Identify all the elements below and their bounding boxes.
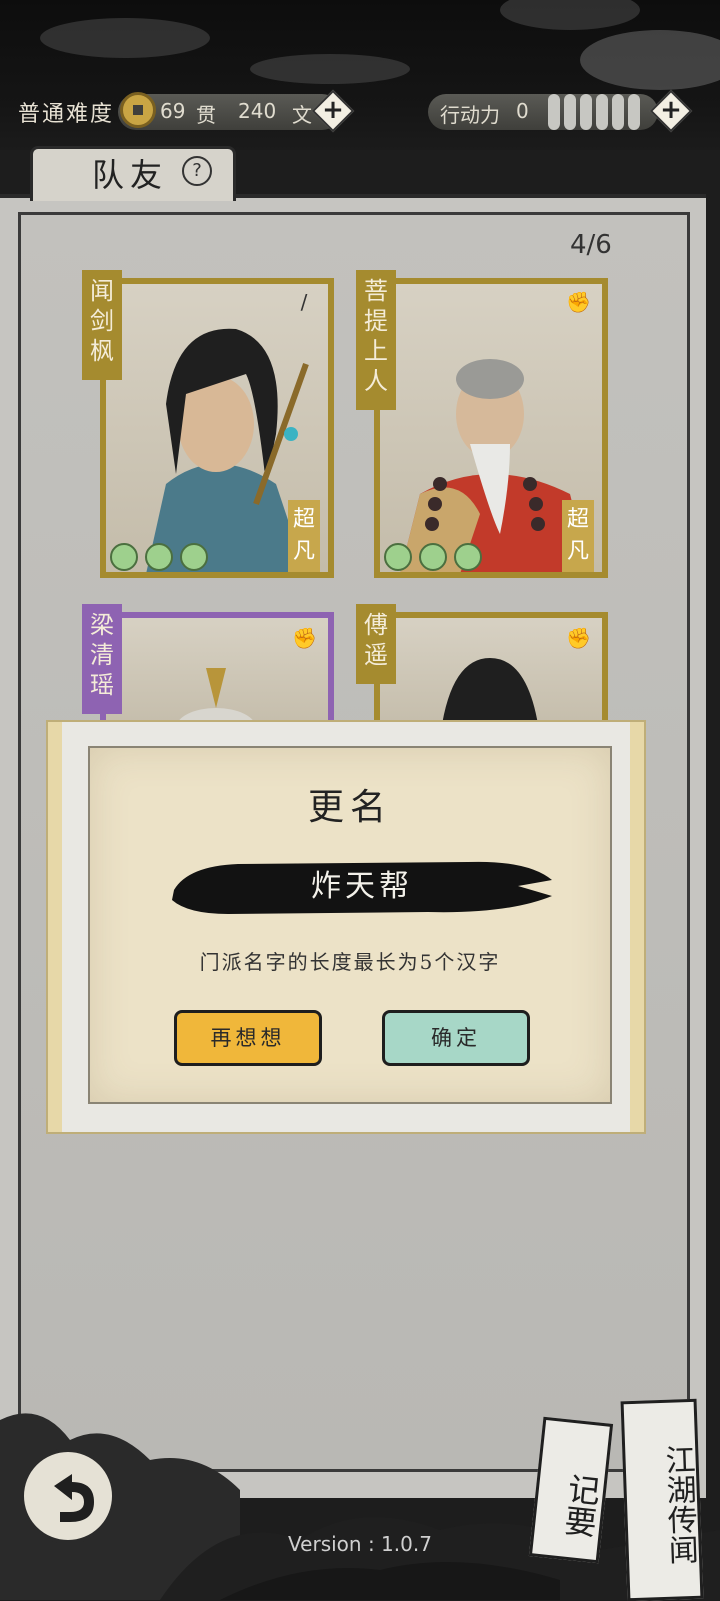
- add-currency-button[interactable]: +: [311, 89, 355, 133]
- teammate-rank: 超凡: [562, 500, 594, 572]
- guan-amount: 69: [160, 99, 186, 123]
- guan-unit: 贯: [196, 103, 216, 127]
- fist-icon: ✊: [566, 626, 591, 650]
- wen-amount: 240: [238, 99, 277, 123]
- back-button[interactable]: [20, 1448, 116, 1544]
- action-pip: [548, 94, 560, 130]
- help-icon[interactable]: ?: [182, 156, 212, 186]
- cancel-button[interactable]: 再想想: [174, 1010, 322, 1066]
- heart-icon: [454, 543, 482, 571]
- action-points-label: 行动力: [440, 103, 500, 127]
- sect-name-input[interactable]: [220, 864, 504, 901]
- tab-teammates-label: 队友: [92, 156, 169, 194]
- sword-icon: /: [300, 290, 308, 314]
- dialog-title: 更名: [307, 787, 392, 828]
- notes-button[interactable]: 记要: [528, 1416, 614, 1564]
- fist-icon: ✊: [292, 626, 317, 650]
- action-pip: [580, 94, 592, 130]
- rumors-button[interactable]: 江湖传闻: [620, 1398, 704, 1601]
- difficulty-label: 普通难度: [18, 102, 115, 127]
- action-pip: [596, 94, 608, 130]
- coin-icon: [120, 92, 156, 128]
- heart-icon: [384, 543, 412, 571]
- wen-unit: 文: [292, 103, 312, 127]
- action-points-value: 0: [516, 99, 529, 123]
- heart-icon: [180, 543, 208, 571]
- plus-icon: +: [322, 95, 344, 125]
- teammate-name: 菩提上人: [356, 270, 396, 410]
- back-arrow-icon: [54, 1474, 94, 1522]
- action-pip: [564, 94, 576, 130]
- heart-icon: [145, 543, 173, 571]
- heart-icon: [110, 543, 138, 571]
- teammate-rank: 超凡: [288, 500, 320, 572]
- confirm-button[interactable]: 确定: [382, 1010, 530, 1066]
- add-action-button[interactable]: +: [649, 89, 693, 133]
- heart-icon: [419, 543, 447, 571]
- plus-icon: +: [660, 95, 682, 125]
- name-length-hint: 门派名字的长度最长为5个汉字: [199, 950, 501, 974]
- teammate-name: 梁清瑶: [82, 604, 122, 714]
- action-pip: [612, 94, 624, 130]
- fist-icon: ✊: [566, 290, 591, 314]
- version-label: Version : 1.0.7: [288, 1532, 432, 1556]
- action-pip: [628, 94, 640, 130]
- roster-count: 4/6: [570, 230, 612, 260]
- teammate-name: 傅遥: [356, 604, 396, 684]
- teammate-name: 闻剑枫: [82, 270, 122, 380]
